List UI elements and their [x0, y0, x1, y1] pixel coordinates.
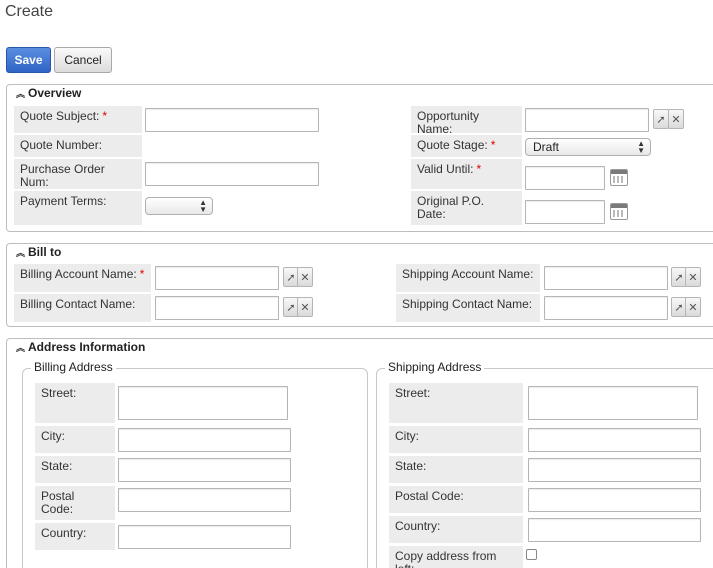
bill-to-header[interactable]: ︾ Bill to: [7, 244, 61, 260]
quote-stage-select[interactable]: Draft ▲ ▼: [525, 138, 651, 156]
billing-country-label: Country:: [35, 523, 115, 550]
billing-country-input[interactable]: [118, 525, 291, 549]
billing-city-label: City:: [35, 426, 115, 453]
arrow-select-icon: ▲ ▼: [637, 139, 645, 155]
copy-address-checkbox[interactable]: [526, 549, 537, 560]
shipping-street-input[interactable]: [528, 386, 698, 420]
required-marker: *: [102, 109, 108, 123]
purchase-order-num-label: Purchase Order Num:: [14, 159, 142, 189]
clear-x-icon[interactable]: ✕: [297, 267, 313, 287]
select-arrow-icon[interactable]: ➚: [653, 109, 669, 129]
billing-account-name-input[interactable]: [155, 266, 279, 290]
shipping-street-label: Street:: [389, 383, 523, 423]
billing-city-input[interactable]: [118, 428, 291, 452]
required-marker: *: [490, 138, 496, 152]
shipping-account-name-label: Shipping Account Name:: [396, 264, 540, 292]
address-information-title: Address Information: [28, 340, 146, 354]
clear-x-icon[interactable]: ✕: [685, 267, 701, 287]
shipping-account-name-input[interactable]: [544, 266, 668, 290]
address-information-header[interactable]: ︾ Address Information: [7, 339, 145, 355]
collapse-chevron-icon[interactable]: ︾: [15, 342, 25, 352]
clear-x-icon[interactable]: ✕: [685, 297, 701, 317]
save-button[interactable]: Save: [6, 47, 51, 73]
valid-until-input[interactable]: [525, 166, 605, 190]
bill-to-panel: ︾ Bill to Billing Account Name: * ➚ ✕ Bil…: [6, 243, 713, 327]
opportunity-name-label: Opportunity Name:: [411, 106, 522, 136]
billing-street-label: Street:: [35, 383, 115, 423]
payment-terms-select[interactable]: ▲ ▼: [145, 197, 213, 215]
purchase-order-num-input[interactable]: [145, 162, 319, 186]
overview-panel: ︾ Overview Quote Subject: * Quote Number:…: [6, 84, 713, 232]
valid-until-label: Valid Until: *: [411, 159, 522, 189]
billing-account-name-label: Billing Account Name: *: [14, 264, 151, 292]
clear-x-icon[interactable]: ✕: [297, 297, 313, 317]
billing-contact-name-label: Billing Contact Name:: [14, 294, 151, 322]
overview-header[interactable]: ︾ Overview: [7, 85, 81, 101]
original-po-date-input[interactable]: [525, 200, 605, 224]
overview-title: Overview: [28, 86, 82, 100]
collapse-chevron-icon[interactable]: ︾: [15, 88, 25, 98]
quote-subject-label: Quote Subject: *: [14, 106, 142, 133]
payment-terms-label: Payment Terms:: [14, 191, 142, 225]
address-information-panel: ︾ Address Information Billing Address St…: [6, 338, 713, 568]
shipping-address-legend: Shipping Address: [385, 360, 485, 374]
copy-address-label: Copy address from left:: [389, 546, 523, 568]
billing-postal-code-input[interactable]: [118, 488, 291, 512]
billing-state-label: State:: [35, 456, 115, 483]
billing-postal-code-label: Postal Code:: [35, 486, 115, 520]
shipping-country-label: Country:: [389, 516, 523, 543]
shipping-contact-name-label: Shipping Contact Name:: [396, 294, 540, 322]
billing-state-input[interactable]: [118, 458, 291, 482]
shipping-city-input[interactable]: [528, 428, 701, 452]
quote-stage-label: Quote Stage: *: [411, 135, 522, 157]
quote-number-label: Quote Number:: [14, 135, 142, 157]
arrow-select-icon: ▲ ▼: [199, 198, 207, 214]
billing-address-legend: Billing Address: [31, 360, 116, 374]
shipping-postal-code-label: Postal Code:: [389, 486, 523, 513]
shipping-state-label: State:: [389, 456, 523, 483]
shipping-postal-code-input[interactable]: [528, 488, 701, 512]
billing-street-input[interactable]: [118, 386, 288, 420]
required-marker: *: [139, 267, 145, 281]
bill-to-title: Bill to: [28, 245, 62, 259]
quote-subject-input[interactable]: [145, 108, 319, 132]
shipping-city-label: City:: [389, 426, 523, 453]
calendar-icon[interactable]: [610, 203, 628, 220]
collapse-chevron-icon[interactable]: ︾: [15, 247, 25, 257]
clear-x-icon[interactable]: ✕: [668, 109, 684, 129]
opportunity-name-input[interactable]: [525, 108, 649, 132]
original-po-date-label: Original P.O. Date:: [411, 191, 522, 225]
required-marker: *: [476, 162, 482, 176]
page-title: Create: [5, 3, 54, 20]
shipping-country-input[interactable]: [528, 518, 701, 542]
shipping-state-input[interactable]: [528, 458, 701, 482]
shipping-contact-name-input[interactable]: [544, 296, 668, 320]
calendar-icon[interactable]: [610, 169, 628, 186]
billing-contact-name-input[interactable]: [155, 296, 279, 320]
cancel-button[interactable]: Cancel: [54, 47, 112, 73]
